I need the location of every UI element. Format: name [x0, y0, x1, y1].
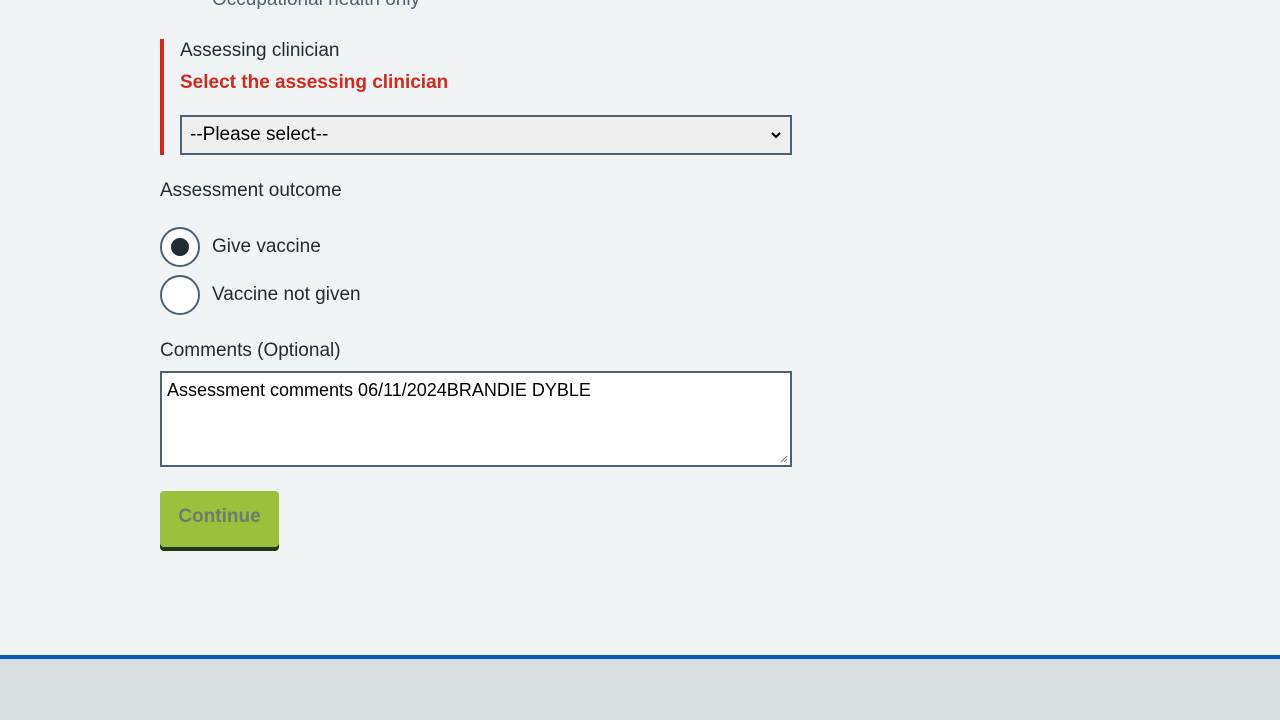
assessing-clinician-select-value: --Please select-- — [190, 124, 329, 145]
assessing-clinician-error: Select the assessing clinician — [180, 72, 449, 93]
footer — [0, 659, 1280, 720]
radio-give-vaccine-input[interactable] — [160, 227, 200, 267]
radio-give-vaccine-label[interactable]: Give vaccine — [212, 235, 321, 259]
assessment-outcome-label: Assessment outcome — [160, 180, 342, 201]
page: Occupational health only Assessing clini… — [0, 0, 1280, 720]
assessing-clinician-select[interactable]: --Please select-- — [180, 115, 792, 155]
comments-label: Comments (Optional) — [160, 340, 341, 361]
radio-vaccine-not-given-label[interactable]: Vaccine not given — [212, 283, 361, 307]
radio-vaccine-not-given[interactable]: Vaccine not given — [160, 275, 361, 315]
continue-button[interactable]: Continue — [160, 491, 279, 547]
radio-vaccine-not-given-input[interactable] — [160, 275, 200, 315]
comments-textarea[interactable]: Assessment comments 06/11/2024BRANDIE DY… — [160, 371, 792, 467]
chevron-down-icon — [771, 132, 781, 139]
assessing-clinician-label: Assessing clinician — [180, 40, 340, 61]
occupational-health-option-label: Occupational health only — [212, 0, 420, 12]
comments-textarea-value: Assessment comments 06/11/2024BRANDIE DY… — [167, 380, 591, 400]
resize-grip-icon[interactable] — [780, 455, 788, 463]
radio-give-vaccine[interactable]: Give vaccine — [160, 227, 321, 267]
assessing-clinician-group: Assessing clinician Select the assessing… — [160, 39, 792, 155]
